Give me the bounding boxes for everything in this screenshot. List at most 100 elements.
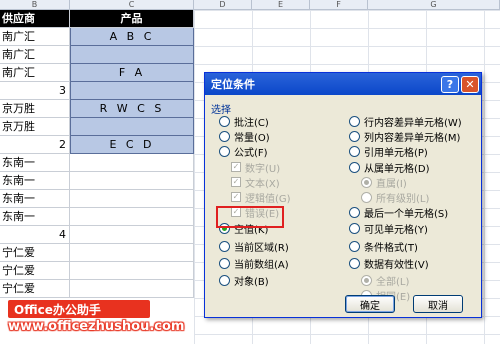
option-leftopts-9[interactable]: 当前数组(A) <box>219 255 289 271</box>
option-label: 文本(X) <box>245 178 280 190</box>
supplier-cell[interactable]: 宁仁爱 <box>0 280 70 298</box>
product-cell[interactable]: E C D <box>70 136 194 154</box>
checkbox-icon: ✓ <box>231 162 241 172</box>
option-label: 行内容差异单元格(W) <box>364 117 462 129</box>
supplier-cell[interactable]: 东南一 <box>0 190 70 208</box>
radio-icon <box>349 222 360 234</box>
product-cell[interactable] <box>70 262 194 280</box>
supplier-cell[interactable]: 东南一 <box>0 172 70 190</box>
option-leftopts-4: ✓ 文本(X) <box>231 174 280 190</box>
supplier-cell[interactable]: 京万胜 <box>0 118 70 136</box>
product-cell[interactable] <box>70 226 194 244</box>
radio-icon <box>349 115 360 127</box>
option-leftopts-1[interactable]: 常量(O) <box>219 128 270 144</box>
option-label: 列内容差异单元格(M) <box>364 132 461 144</box>
product-cell[interactable] <box>70 190 194 208</box>
header-cell-supplier[interactable]: 供应商 <box>0 10 70 28</box>
supplier-cell[interactable]: 东南一 <box>0 154 70 172</box>
product-cell[interactable] <box>70 154 194 172</box>
supplier-cell[interactable]: 2 <box>0 136 70 154</box>
close-button[interactable]: ✕ <box>461 75 479 93</box>
option-label: 可见单元格(Y) <box>364 224 428 236</box>
option-label: 条件格式(T) <box>364 242 418 254</box>
column-header-d[interactable]: D <box>194 0 252 10</box>
checkbox-icon: ✓ <box>231 177 241 187</box>
option-leftopts-8[interactable]: 当前区域(R) <box>219 238 289 254</box>
option-label: 数字(U) <box>245 163 281 175</box>
option-rightopts-6[interactable]: 最后一个单元格(S) <box>349 204 448 220</box>
radio-icon <box>219 145 230 157</box>
option-label: 常量(O) <box>234 132 270 144</box>
radio-icon <box>219 257 230 269</box>
supplier-cell[interactable]: 京万胜 <box>0 100 70 118</box>
column-header-e[interactable]: E <box>252 0 310 10</box>
option-label: 数据有效性(V) <box>364 259 429 271</box>
product-cell[interactable] <box>70 82 194 100</box>
supplier-cell[interactable]: 南广汇 <box>0 64 70 82</box>
column-header-f[interactable]: F <box>310 0 368 10</box>
supplier-cell[interactable]: 宁仁爱 <box>0 262 70 280</box>
radio-icon <box>349 161 360 173</box>
column-header-b[interactable]: B <box>0 0 70 10</box>
supplier-cell[interactable]: 南广汇 <box>0 46 70 64</box>
option-leftopts-3: ✓ 数字(U) <box>231 159 280 175</box>
option-label: 全部(L) <box>376 276 410 288</box>
radio-icon <box>349 206 360 218</box>
option-rightopts-2[interactable]: 引用单元格(P) <box>349 143 428 159</box>
go-to-special-dialog: 定位条件 ? ✕ 选择 批注(C) 常量(O) 公式(F) ✓ 数字(U) ✓ 文本(X) ✓… <box>204 72 482 318</box>
product-cell[interactable] <box>70 208 194 226</box>
table-row: 南广汇 <box>0 46 500 64</box>
radio-icon <box>361 191 372 203</box>
option-leftopts-2[interactable]: 公式(F) <box>219 143 268 159</box>
header-row: 供应商 产品 <box>0 10 500 28</box>
supplier-cell[interactable]: 宁仁爱 <box>0 244 70 262</box>
product-cell[interactable] <box>70 172 194 190</box>
help-button[interactable]: ? <box>441 75 459 93</box>
option-label: 当前数组(A) <box>234 259 289 271</box>
radio-icon <box>349 240 360 252</box>
radio-icon <box>349 145 360 157</box>
option-label: 逻辑值(G) <box>245 193 291 205</box>
checkbox-icon: ✓ <box>231 192 241 202</box>
option-label: 批注(C) <box>234 117 269 129</box>
option-rightopts-8[interactable]: 条件格式(T) <box>349 238 418 254</box>
cancel-button[interactable]: 取消 <box>413 295 463 313</box>
ok-button[interactable]: 确定 <box>345 295 395 313</box>
supplier-cell[interactable]: 4 <box>0 226 70 244</box>
supplier-cell[interactable]: 南广汇 <box>0 28 70 46</box>
radio-icon <box>219 130 230 142</box>
column-header-c[interactable]: C <box>70 0 194 10</box>
option-rightopts-7[interactable]: 可见单元格(Y) <box>349 220 428 236</box>
product-cell[interactable]: R W C S <box>70 100 194 118</box>
radio-icon <box>361 176 372 188</box>
option-rightopts-1[interactable]: 列内容差异单元格(M) <box>349 128 460 144</box>
product-cell[interactable]: F A <box>70 64 194 82</box>
product-cell[interactable] <box>70 244 194 262</box>
option-label: 从属单元格(D) <box>364 163 430 175</box>
product-cell[interactable]: A B C <box>70 28 194 46</box>
option-label: 直属(I) <box>376 178 407 190</box>
header-cell-product[interactable]: 产品 <box>70 10 194 28</box>
option-rightopts-4: 直属(I) <box>361 174 407 190</box>
option-rightopts-3[interactable]: 从属单元格(D) <box>349 159 430 175</box>
supplier-cell[interactable]: 东南一 <box>0 208 70 226</box>
option-rightopts-0[interactable]: 行内容差异单元格(W) <box>349 113 462 129</box>
option-leftopts-0[interactable]: 批注(C) <box>219 113 269 129</box>
product-cell[interactable] <box>70 118 194 136</box>
supplier-cell[interactable]: 3 <box>0 82 70 100</box>
product-cell[interactable] <box>70 46 194 64</box>
option-label: 当前区域(R) <box>234 242 289 254</box>
option-leftopts-5: ✓ 逻辑值(G) <box>231 189 291 205</box>
radio-icon <box>219 115 230 127</box>
column-header-g[interactable]: G <box>368 0 500 10</box>
option-rightopts-9[interactable]: 数据有效性(V) <box>349 255 429 271</box>
option-leftopts-10[interactable]: 对象(B) <box>219 272 269 288</box>
option-label: 公式(F) <box>234 147 268 159</box>
table-row: 南广汇 A B C <box>0 28 500 46</box>
product-cell[interactable] <box>70 280 194 298</box>
dialog-title-bar[interactable]: 定位条件 ? ✕ <box>205 73 481 95</box>
option-rightopts-5: 所有级别(L) <box>361 189 429 205</box>
radio-icon <box>349 130 360 142</box>
option-label: 最后一个单元格(S) <box>364 208 449 220</box>
radio-icon <box>349 257 360 269</box>
